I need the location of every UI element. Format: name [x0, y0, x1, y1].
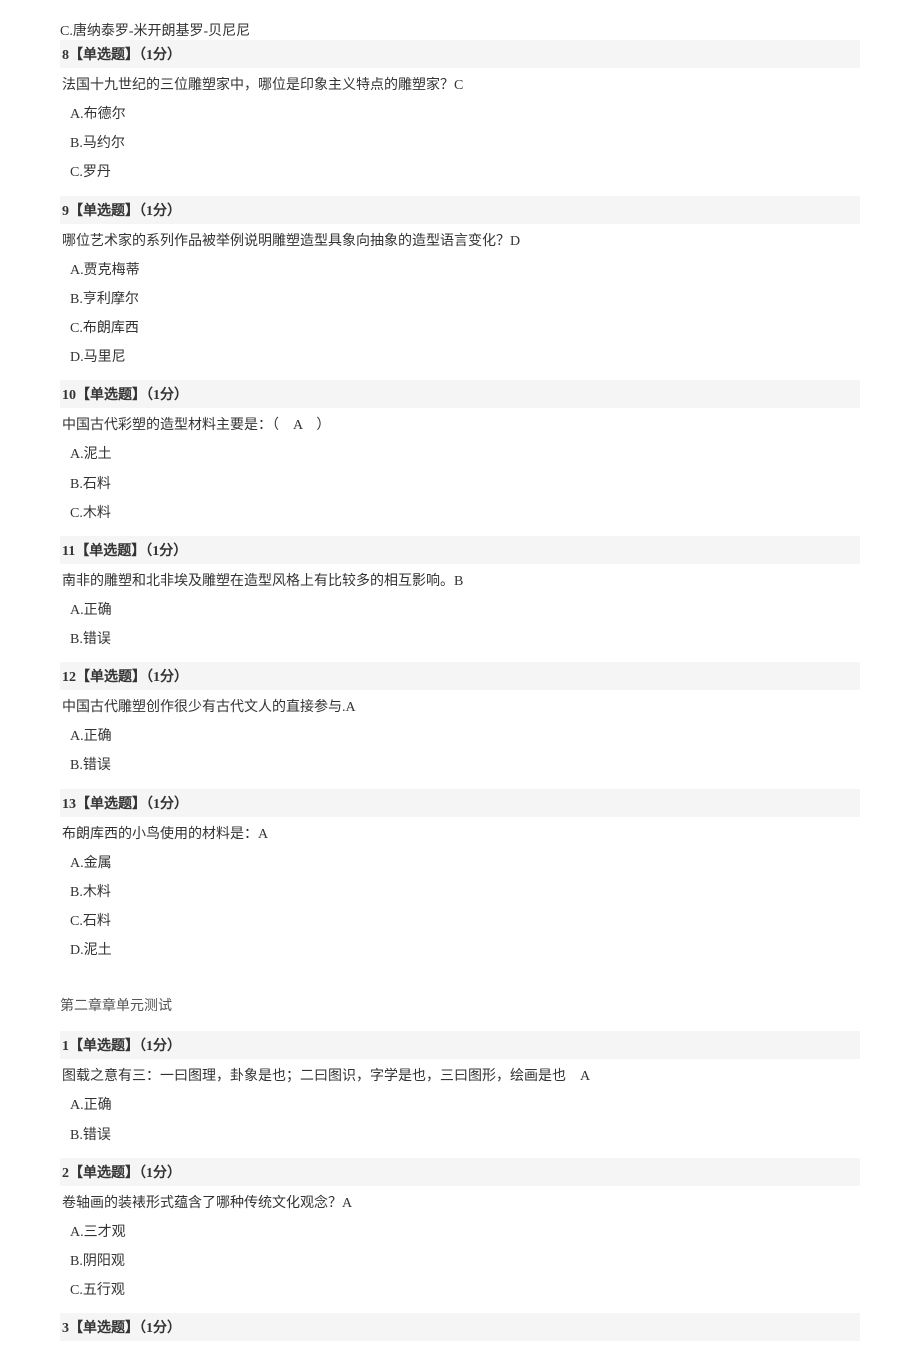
section2-question-text-1: 图载之意有三：一曰图理，卦象是也；二曰图识，字学是也，三曰图形，绘画是也 A — [60, 1063, 860, 1087]
question-block-9: 9【单选题】（1分） 哪位艺术家的系列作品被举例说明雕塑造型具象向抽象的造型语言变… — [60, 196, 860, 373]
prev-answer-text: C.唐纳泰罗-米开朗基罗-贝尼尼 — [60, 20, 860, 40]
section2-question-header-1: 1【单选题】（1分） — [60, 1031, 860, 1059]
option-9-2: C.布朗库西 — [60, 314, 860, 343]
option-11-1: B.错误 — [60, 625, 860, 654]
option-10-1: B.石料 — [60, 470, 860, 499]
question-header-10: 10【单选题】（1分） — [60, 380, 860, 408]
section2-option-2-0: A.三才观 — [60, 1218, 860, 1247]
question-block-8: 8【单选题】（1分） 法国十九世纪的三位雕塑家中，哪位是印象主义特点的雕塑家？C A… — [60, 40, 860, 188]
section2-block: 第二章章单元测试 1【单选题】（1分） 图载之意有三：一曰图理，卦象是也；二曰图识… — [60, 995, 860, 1341]
question-text-10: 中国古代彩塑的造型材料主要是：（ A ） — [60, 412, 860, 436]
question-text-12: 中国古代雕塑创作很少有古代文人的直接参与.A — [60, 694, 860, 718]
question-block-10: 10【单选题】（1分） 中国古代彩塑的造型材料主要是：（ A ） A.泥土B.石料C… — [60, 380, 860, 528]
question-text-9: 哪位艺术家的系列作品被举例说明雕塑造型具象向抽象的造型语言变化？D — [60, 228, 860, 252]
option-9-3: D.马里尼 — [60, 343, 860, 372]
section2-title: 第二章章单元测试 — [60, 995, 860, 1015]
section2-question-block-2: 2【单选题】（1分） 卷轴画的装裱形式蕴含了哪种传统文化观念？A A.三才观B.阴阳… — [60, 1158, 860, 1306]
option-9-0: A.贾克梅蒂 — [60, 256, 860, 285]
section2-option-2-2: C.五行观 — [60, 1276, 860, 1305]
question-text-11: 南非的雕塑和北非埃及雕塑在造型风格上有比较多的相互影响。B — [60, 568, 860, 592]
option-9-1: B.亨利摩尔 — [60, 285, 860, 314]
section2-question-header-2: 2【单选题】（1分） — [60, 1158, 860, 1186]
option-11-0: A.正确 — [60, 596, 860, 625]
question-block-13: 13【单选题】（1分） 布朗库西的小鸟使用的材料是：A A.金属B.木料C.石料D.… — [60, 789, 860, 966]
question-header-12: 12【单选题】（1分） — [60, 662, 860, 690]
question-block-11: 11【单选题】（1分） 南非的雕塑和北非埃及雕塑在造型风格上有比较多的相互影响。B… — [60, 536, 860, 654]
option-13-0: A.金属 — [60, 849, 860, 878]
option-13-1: B.木料 — [60, 878, 860, 907]
question-header-8: 8【单选题】（1分） — [60, 40, 860, 68]
section2-question-block-3: 3【单选题】（1分） — [60, 1313, 860, 1341]
question-text-13: 布朗库西的小鸟使用的材料是：A — [60, 821, 860, 845]
option-12-1: B.错误 — [60, 751, 860, 780]
question-header-13: 13【单选题】（1分） — [60, 789, 860, 817]
prev-answer-block: C.唐纳泰罗-米开朗基罗-贝尼尼 — [60, 20, 860, 40]
question-header-11: 11【单选题】（1分） — [60, 536, 860, 564]
option-13-2: C.石料 — [60, 907, 860, 936]
question-block-12: 12【单选题】（1分） 中国古代雕塑创作很少有古代文人的直接参与.A A.正确B.错… — [60, 662, 860, 780]
option-8-0: A.布德尔 — [60, 100, 860, 129]
option-8-2: C.罗丹 — [60, 158, 860, 187]
section2-question-text-2: 卷轴画的装裱形式蕴含了哪种传统文化观念？A — [60, 1190, 860, 1214]
section2-question-header-3: 3【单选题】（1分） — [60, 1313, 860, 1341]
section2-option-2-1: B.阴阳观 — [60, 1247, 860, 1276]
option-13-3: D.泥土 — [60, 936, 860, 965]
question-text-8: 法国十九世纪的三位雕塑家中，哪位是印象主义特点的雕塑家？C — [60, 72, 860, 96]
question-header-9: 9【单选题】（1分） — [60, 196, 860, 224]
option-8-1: B.马约尔 — [60, 129, 860, 158]
section2-question-block-1: 1【单选题】（1分） 图载之意有三：一曰图理，卦象是也；二曰图识，字学是也，三曰图… — [60, 1031, 860, 1149]
option-12-0: A.正确 — [60, 722, 860, 751]
option-10-2: C.木料 — [60, 499, 860, 528]
section2-option-1-1: B.错误 — [60, 1121, 860, 1150]
section2-option-1-0: A.正确 — [60, 1091, 860, 1120]
option-10-0: A.泥土 — [60, 440, 860, 469]
